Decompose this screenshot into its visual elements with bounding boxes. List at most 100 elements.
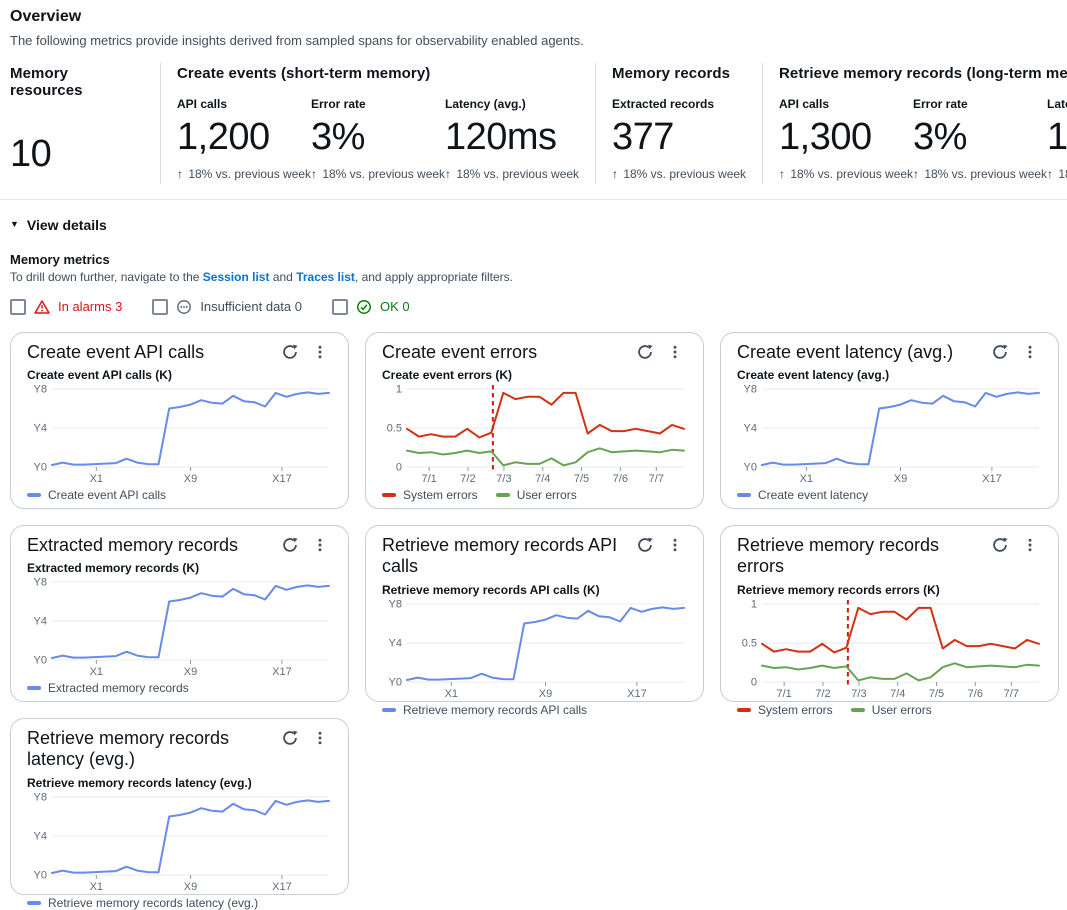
refresh-icon (282, 344, 298, 360)
chart-plot-area[interactable]: Y8Y4Y0X1X9X17 (27, 791, 332, 895)
refresh-button[interactable] (988, 342, 1012, 362)
legend-item-retrieve-memory-records-api-calls: Retrieve memory records API calls (382, 703, 587, 717)
chart-title: Create event API calls (27, 342, 204, 364)
legend-swatch (737, 493, 751, 497)
chart-actions (278, 342, 332, 362)
chart-legend: Retrieve memory records latency (evg.) (27, 896, 332, 910)
svg-text:7/7: 7/7 (649, 473, 664, 485)
legend-swatch (382, 493, 396, 497)
refresh-button[interactable] (278, 342, 302, 362)
chart-menu-button[interactable] (663, 535, 687, 555)
svg-text:Y8: Y8 (34, 792, 47, 804)
svg-text:Y4: Y4 (34, 423, 47, 435)
legend-item-user-errors: User errors (851, 703, 932, 717)
session-list-link[interactable]: Session list (203, 270, 270, 284)
view-details-toggle[interactable]: ▼ View details (10, 217, 107, 233)
chart-legend: System errors User errors (737, 703, 1042, 717)
svg-text:7/6: 7/6 (968, 688, 983, 700)
memory-metrics-header: Memory metrics To drill down further, na… (10, 252, 1057, 284)
svg-text:Y0: Y0 (744, 462, 757, 474)
legend-swatch (496, 493, 510, 497)
svg-text:Y0: Y0 (34, 462, 47, 474)
svg-text:X9: X9 (894, 473, 907, 485)
traces-list-link[interactable]: Traces list (296, 270, 355, 284)
page-description: The following metrics provide insights d… (10, 33, 1057, 48)
chart-menu-button[interactable] (308, 535, 332, 555)
chart-card-header: Create event API calls (27, 342, 332, 364)
metric-delta: ↑ 18% vs. previous week (311, 167, 445, 181)
filter-in-alarms[interactable]: In alarms 3 (10, 299, 122, 315)
chart-menu-button[interactable] (1018, 342, 1042, 362)
svg-text:0: 0 (751, 677, 757, 689)
chart-card-retrieve-memory-records-api-calls: Retrieve memory records API calls Retriev… (365, 525, 704, 702)
metric-label: Latency (avg.) (1047, 97, 1067, 113)
warning-triangle-icon (34, 299, 50, 315)
chart-title: Retrieve memory records errors (737, 535, 988, 578)
svg-text:Y0: Y0 (389, 677, 402, 689)
series-retrieve-memory-records-latency-evg (52, 800, 329, 873)
series-retrieve-memory-records-api-calls (407, 607, 684, 680)
series-user-errors (407, 449, 684, 466)
chart-legend: System errorsUser errors (382, 488, 687, 502)
chart-legend: Create event API calls (27, 488, 332, 502)
kebab-menu-icon (667, 537, 683, 553)
checkbox-in-alarms[interactable] (10, 299, 26, 315)
svg-text:X9: X9 (184, 666, 197, 678)
metric-value: 120ms (445, 118, 579, 158)
series-user-errors (762, 663, 1039, 680)
legend-label: System errors (758, 703, 833, 717)
series-create-event-latency (762, 393, 1039, 466)
chart-card-create-event-api-calls: Create event API calls Create event API c… (10, 332, 349, 509)
chart-sublabel: Retrieve memory records API calls (K) (382, 583, 687, 597)
trend-up-icon: ↑ (177, 167, 183, 181)
filter-insufficient-data[interactable]: Insufficient data 0 (152, 299, 302, 315)
refresh-icon (282, 537, 298, 553)
svg-text:7/7: 7/7 (1004, 688, 1019, 700)
filter-ok[interactable]: OK 0 (332, 299, 410, 315)
chart-card-header: Retrieve memory records API calls (382, 535, 687, 578)
chart-legend: Create event latency (737, 488, 1042, 502)
chart-plot-area[interactable]: Y8Y4Y0X1X9X17 (382, 598, 687, 702)
refresh-button[interactable] (278, 728, 302, 748)
refresh-button[interactable] (988, 535, 1012, 555)
chart-card-extracted-memory-records: Extracted memory records Extracted memory… (10, 525, 349, 702)
svg-text:7/1: 7/1 (777, 688, 792, 700)
chart-card-header: Retrieve memory records latency (evg.) (27, 728, 332, 771)
svg-text:X17: X17 (272, 881, 292, 893)
chart-plot-area[interactable]: Y8Y4Y0X1X9X17 (27, 383, 332, 487)
checkbox-insufficient-data[interactable] (152, 299, 168, 315)
legend-label: Create event latency (758, 488, 868, 502)
chart-plot-area[interactable]: Y8Y4Y0X1X9X17 (737, 383, 1042, 487)
chart-menu-button[interactable] (1018, 535, 1042, 555)
chart-menu-button[interactable] (308, 728, 332, 748)
svg-text:0.5: 0.5 (742, 638, 757, 650)
refresh-button[interactable] (633, 342, 657, 362)
ok-circle-icon (356, 299, 372, 315)
trend-up-icon: ↑ (1047, 167, 1053, 181)
legend-label: Retrieve memory records latency (evg.) (48, 896, 258, 910)
series-system-errors (407, 393, 684, 438)
svg-text:Y8: Y8 (34, 577, 47, 589)
chart-plot-area[interactable]: 10.507/17/27/37/47/57/67/7 (737, 598, 1042, 702)
legend-label: Extracted memory records (48, 681, 189, 695)
svg-text:X17: X17 (272, 473, 292, 485)
trend-up-icon: ↑ (913, 167, 919, 181)
svg-text:7/1: 7/1 (422, 473, 437, 485)
chart-actions (988, 342, 1042, 362)
chart-menu-button[interactable] (663, 342, 687, 362)
svg-text:X1: X1 (445, 688, 458, 700)
svg-text:1: 1 (751, 599, 757, 611)
checkbox-ok[interactable] (332, 299, 348, 315)
overview-page: Overview The following metrics provide i… (0, 0, 1067, 901)
refresh-button[interactable] (633, 535, 657, 555)
chart-title: Extracted memory records (27, 535, 238, 557)
metric-delta: ↑ 18% vs. previous week (1047, 167, 1067, 181)
chart-plot-area[interactable]: Y8Y4Y0X1X9X17 (27, 576, 332, 680)
chart-menu-button[interactable] (308, 342, 332, 362)
refresh-button[interactable] (278, 535, 302, 555)
metric-value: 1,300 (779, 118, 913, 158)
kebab-menu-icon (312, 730, 328, 746)
svg-text:Y0: Y0 (34, 870, 47, 882)
legend-item-retrieve-memory-records-latency-evg: Retrieve memory records latency (evg.) (27, 896, 258, 910)
chart-plot-area[interactable]: 10.507/17/27/37/47/57/67/7 (382, 383, 687, 487)
